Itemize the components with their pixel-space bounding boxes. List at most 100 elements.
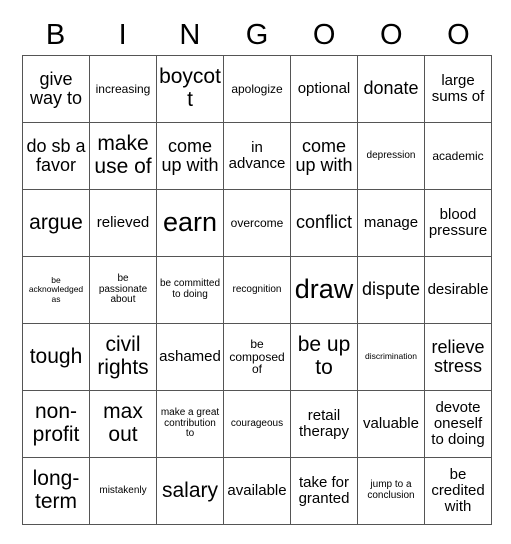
bingo-card: B I N G O O O give way to increasing boycott apol…: [22, 16, 492, 525]
bingo-cell-label: tough: [29, 344, 83, 368]
bingo-cell[interactable]: in advance: [224, 123, 291, 190]
bingo-cell[interactable]: argue: [23, 190, 90, 257]
bingo-header-letter: O: [312, 19, 336, 51]
bingo-cell-label: do sb a favor: [26, 135, 86, 175]
bingo-cell[interactable]: long-term: [23, 458, 90, 525]
bingo-cell-label: take for granted: [298, 473, 350, 507]
bingo-cell-label: valuable: [363, 414, 419, 432]
bingo-cell-label: argue: [29, 210, 83, 234]
bingo-cell[interactable]: come up with: [291, 123, 358, 190]
bingo-cell[interactable]: be acknowledged as: [23, 257, 90, 324]
bingo-cell-label: long-term: [32, 467, 80, 513]
bingo-cell[interactable]: be up to: [291, 324, 358, 391]
bingo-cell[interactable]: manage: [358, 190, 425, 257]
bingo-cell[interactable]: make use of: [90, 123, 157, 190]
bingo-cell-label: blood pressure: [428, 205, 488, 239]
bingo-cell[interactable]: relieve stress: [425, 324, 492, 391]
bingo-cell[interactable]: do sb a favor: [23, 123, 90, 190]
bingo-cell[interactable]: give way to: [23, 56, 90, 123]
bingo-cell-label: increasing: [95, 81, 151, 96]
bingo-cell-label: be credited with: [431, 465, 485, 516]
bingo-cell[interactable]: courageous: [224, 391, 291, 458]
bingo-cell-label: salary: [161, 478, 219, 502]
bingo-cell-label: relieved: [96, 213, 150, 231]
bingo-cell[interactable]: academic: [425, 123, 492, 190]
bingo-cell-label: earn: [162, 207, 218, 238]
bingo-cell-label: optional: [297, 79, 351, 97]
bingo-header-letter: O: [447, 19, 470, 51]
bingo-cell[interactable]: tough: [23, 324, 90, 391]
bingo-header-letter: G: [245, 19, 269, 51]
bingo-cell[interactable]: large sums of: [425, 56, 492, 123]
bingo-cell-label: be passionate about: [98, 272, 148, 306]
bingo-header-letter: I: [118, 19, 127, 51]
bingo-cell-label: give way to: [29, 68, 83, 108]
bingo-cell-label: mistakenly: [99, 484, 147, 496]
bingo-cell-label: overcome: [230, 215, 284, 230]
bingo-cell[interactable]: come up with: [157, 123, 224, 190]
bingo-cell[interactable]: be committed to doing: [157, 257, 224, 324]
bingo-cell[interactable]: make a great contribution to: [157, 391, 224, 458]
bingo-cell-label: depression: [366, 149, 416, 161]
bingo-cell[interactable]: depression: [358, 123, 425, 190]
bingo-cell[interactable]: overcome: [224, 190, 291, 257]
bingo-cell[interactable]: relieved: [90, 190, 157, 257]
bingo-cell-label: make a great contribution to: [160, 406, 220, 440]
bingo-cell-label: courageous: [230, 417, 284, 429]
bingo-header-letter: O: [379, 19, 403, 51]
bingo-cell[interactable]: earn: [157, 190, 224, 257]
bingo-header-letter: B: [45, 19, 66, 51]
bingo-cell-label: conflict: [295, 212, 353, 233]
bingo-cell[interactable]: be passionate about: [90, 257, 157, 324]
bingo-cell[interactable]: donate: [358, 56, 425, 123]
bingo-cell-label: discrimination: [365, 351, 417, 362]
bingo-cell[interactable]: dispute: [358, 257, 425, 324]
bingo-cell[interactable]: apologize: [224, 56, 291, 123]
bingo-cell[interactable]: ashamed: [157, 324, 224, 391]
bingo-cell[interactable]: optional: [291, 56, 358, 123]
bingo-cell-label: max out: [103, 400, 143, 446]
bingo-cell[interactable]: discrimination: [358, 324, 425, 391]
bingo-cell[interactable]: draw: [291, 257, 358, 324]
bingo-cell[interactable]: max out: [90, 391, 157, 458]
bingo-cell[interactable]: recognition: [224, 257, 291, 324]
bingo-grid: give way to increasing boycott apologize opt…: [22, 55, 492, 525]
bingo-cell-label: apologize: [231, 81, 283, 96]
bingo-cell[interactable]: blood pressure: [425, 190, 492, 257]
bingo-cell[interactable]: desirable: [425, 257, 492, 324]
bingo-cell-label: donate: [363, 78, 419, 99]
bingo-cell[interactable]: increasing: [90, 56, 157, 123]
bingo-cell[interactable]: mistakenly: [90, 458, 157, 525]
bingo-cell-label: come up with: [295, 135, 353, 175]
bingo-cell[interactable]: be credited with: [425, 458, 492, 525]
bingo-header-letter: N: [179, 19, 201, 51]
bingo-cell-label: relieve stress: [431, 336, 485, 376]
bingo-cell-label: jump to a conclusion: [367, 479, 415, 501]
bingo-cell-label: available: [227, 481, 287, 499]
bingo-cell-label: dispute: [361, 279, 421, 300]
bingo-cell-label: large sums of: [431, 71, 485, 105]
bingo-cell[interactable]: take for granted: [291, 458, 358, 525]
bingo-cell-label: manage: [363, 213, 419, 231]
bingo-cell[interactable]: valuable: [358, 391, 425, 458]
bingo-cell[interactable]: available: [224, 458, 291, 525]
bingo-cell-label: be committed to doing: [159, 278, 221, 300]
bingo-cell[interactable]: retail therapy: [291, 391, 358, 458]
bingo-cell[interactable]: civil rights: [90, 324, 157, 391]
bingo-cell[interactable]: boycott: [157, 56, 224, 123]
bingo-cell[interactable]: salary: [157, 458, 224, 525]
bingo-cell-label: in advance: [228, 138, 286, 172]
bingo-cell-label: be up to: [297, 333, 351, 379]
bingo-cell-label: non-profit: [32, 400, 80, 446]
bingo-cell[interactable]: conflict: [291, 190, 358, 257]
bingo-cell-label: come up with: [161, 135, 219, 175]
bingo-cell-label: retail therapy: [298, 406, 350, 440]
bingo-cell-label: boycott: [159, 65, 221, 111]
bingo-cell[interactable]: jump to a conclusion: [358, 458, 425, 525]
bingo-cell-label: civil rights: [97, 333, 149, 379]
bingo-cell-label: desirable: [427, 280, 489, 298]
bingo-cell[interactable]: devote oneself to doing: [425, 391, 492, 458]
bingo-cell[interactable]: be composed of: [224, 324, 291, 391]
bingo-cell-label: devote oneself to doing: [431, 398, 485, 449]
bingo-cell[interactable]: non-profit: [23, 391, 90, 458]
